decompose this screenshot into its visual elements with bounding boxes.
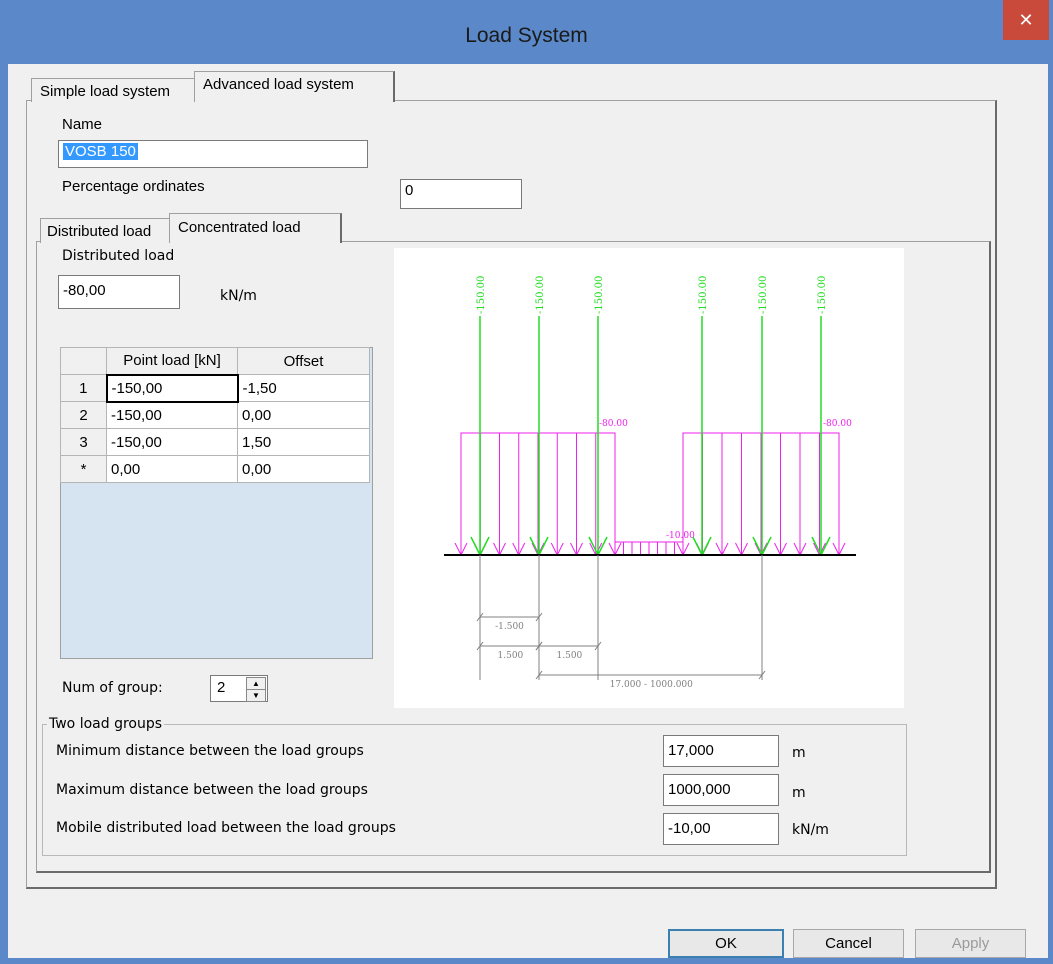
point-load-value-label: -150.00 (476, 276, 487, 314)
cell-point-load[interactable]: -150,00 (105, 373, 239, 403)
title-bar[interactable]: Load System (0, 0, 1053, 72)
max-distance-input[interactable]: 1000,000 (663, 774, 779, 806)
distributed-load-value-label: -80.00 (823, 419, 852, 429)
cell-offset[interactable]: 0,00 (237, 455, 370, 483)
point-load-grid[interactable]: Point load [kN] Offset 1 -150,00 -1,50 2… (60, 347, 370, 483)
col-header-offset[interactable]: Offset (237, 347, 370, 375)
table-row[interactable]: 3 -150,00 1,50 (60, 428, 370, 456)
two-load-groups-legend: Two load groups (49, 716, 163, 732)
cell-point-load[interactable]: -150,00 (106, 401, 238, 429)
load-diagram: -80.00 -80.00 -10.00 -150.00 -150.00 -150.00 -… (394, 248, 904, 708)
cell-point-load[interactable]: 0,00 (106, 455, 238, 483)
load-diagram-svg: -80.00 -80.00 -10.00 -150.00 -150.00 -150.00 -… (444, 276, 856, 690)
table-row[interactable]: * 0,00 0,00 (60, 455, 370, 483)
min-distance-input[interactable]: 17,000 (663, 735, 779, 767)
dimension-value-label: 1.500 (557, 651, 583, 661)
close-button[interactable]: ✕ (1003, 0, 1049, 40)
mobile-load-label: Mobile distributed load between the load… (56, 820, 396, 836)
name-label: Name (62, 116, 103, 133)
col-header-point-load[interactable]: Point load [kN] (106, 347, 238, 375)
cell-offset[interactable]: 0,00 (237, 401, 370, 429)
cell-offset[interactable]: -1,50 (237, 374, 370, 402)
name-input[interactable]: VOSB 150 (58, 140, 368, 168)
num-of-group-label: Num of group: (62, 680, 163, 696)
min-distance-label: Minimum distance between the load groups (56, 743, 364, 759)
mobile-load-value-label: -10.00 (666, 531, 695, 541)
percentage-label: Percentage ordinates (62, 178, 205, 195)
distributed-load-input[interactable]: -80,00 (58, 275, 180, 309)
tab-advanced-load-system[interactable]: Advanced load system (194, 71, 395, 102)
table-row[interactable]: 1 -150,00 -1,50 (60, 373, 370, 403)
dimension-value-label: 17.000 - 1000.000 (610, 680, 693, 690)
cancel-button[interactable]: Cancel (793, 929, 904, 958)
max-distance-unit: m (792, 785, 806, 801)
grid-corner (60, 347, 107, 375)
distributed-load-label: Distributed load (62, 248, 175, 264)
ok-button[interactable]: OK (668, 929, 784, 958)
cell-offset[interactable]: 1,50 (237, 428, 370, 456)
row-header[interactable]: 2 (60, 401, 107, 429)
distributed-load-unit: kN/m (220, 288, 257, 304)
window-title: Load System (465, 24, 588, 47)
dialog-client: Simple load system Advanced load system … (8, 64, 1048, 958)
mobile-load-unit: kN/m (792, 822, 829, 838)
row-header[interactable]: 3 (60, 428, 107, 456)
point-load-value-label: -150.00 (698, 276, 709, 314)
name-value: VOSB 150 (63, 143, 138, 160)
point-load-value-label: -150.00 (817, 276, 828, 314)
min-distance-unit: m (792, 745, 806, 761)
point-load-value-label: -150.00 (594, 276, 605, 314)
num-of-group-value: 2 (217, 679, 226, 696)
load-system-window: Load System ✕ Simple load system Advance… (0, 0, 1053, 964)
apply-button[interactable]: Apply (915, 929, 1026, 958)
tab-simple-load-system[interactable]: Simple load system (31, 78, 199, 102)
point-load-value-label: -150.00 (535, 276, 546, 314)
distributed-load-value-label: -80.00 (599, 419, 628, 429)
percentage-input[interactable]: 0 (400, 179, 522, 209)
max-distance-label: Maximum distance between the load groups (56, 782, 368, 798)
row-header[interactable]: * (60, 455, 107, 483)
mobile-load-input[interactable]: -10,00 (663, 813, 779, 845)
point-load-value-label: -150.00 (758, 276, 769, 314)
dimension-value-label: -1.500 (495, 622, 524, 632)
tab-distributed-load[interactable]: Distributed load (40, 218, 172, 243)
dimension-value-label: 1.500 (498, 651, 524, 661)
cell-point-load[interactable]: -150,00 (106, 428, 238, 456)
tab-concentrated-load[interactable]: Concentrated load (169, 213, 342, 243)
table-row[interactable]: 2 -150,00 0,00 (60, 401, 370, 429)
spinner-down-icon[interactable]: ▼ (246, 689, 266, 702)
row-header[interactable]: 1 (60, 374, 107, 402)
